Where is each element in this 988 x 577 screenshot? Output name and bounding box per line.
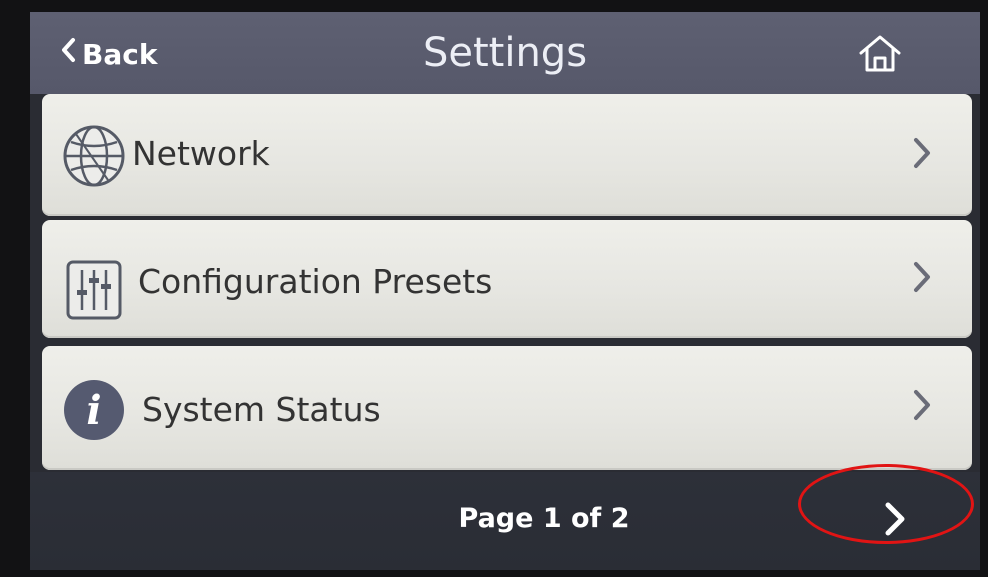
menu-item-system-status[interactable]: i System Status	[42, 346, 972, 470]
menu-item-configuration-presets[interactable]: Configuration Presets	[42, 220, 972, 338]
back-label: Back	[82, 37, 158, 71]
top-bar: Settings Back	[30, 12, 980, 94]
globe-icon	[62, 124, 126, 188]
home-icon	[859, 35, 901, 72]
menu-item-label: Network	[132, 134, 270, 173]
home-button[interactable]	[858, 34, 902, 74]
chevron-left-icon	[60, 37, 76, 70]
menu-item-label: System Status	[142, 390, 381, 429]
chevron-right-icon	[912, 388, 932, 422]
menu-item-network[interactable]: Network	[42, 94, 972, 216]
highlight-circle	[798, 464, 974, 544]
page-title: Settings	[422, 30, 588, 76]
menu-item-label: Configuration Presets	[138, 262, 493, 301]
chevron-right-icon	[912, 260, 932, 294]
chevron-right-icon	[912, 136, 932, 170]
svg-text:i: i	[86, 387, 101, 434]
sliders-icon	[62, 260, 126, 324]
info-icon: i	[62, 378, 126, 442]
back-button[interactable]: Back	[60, 34, 157, 74]
